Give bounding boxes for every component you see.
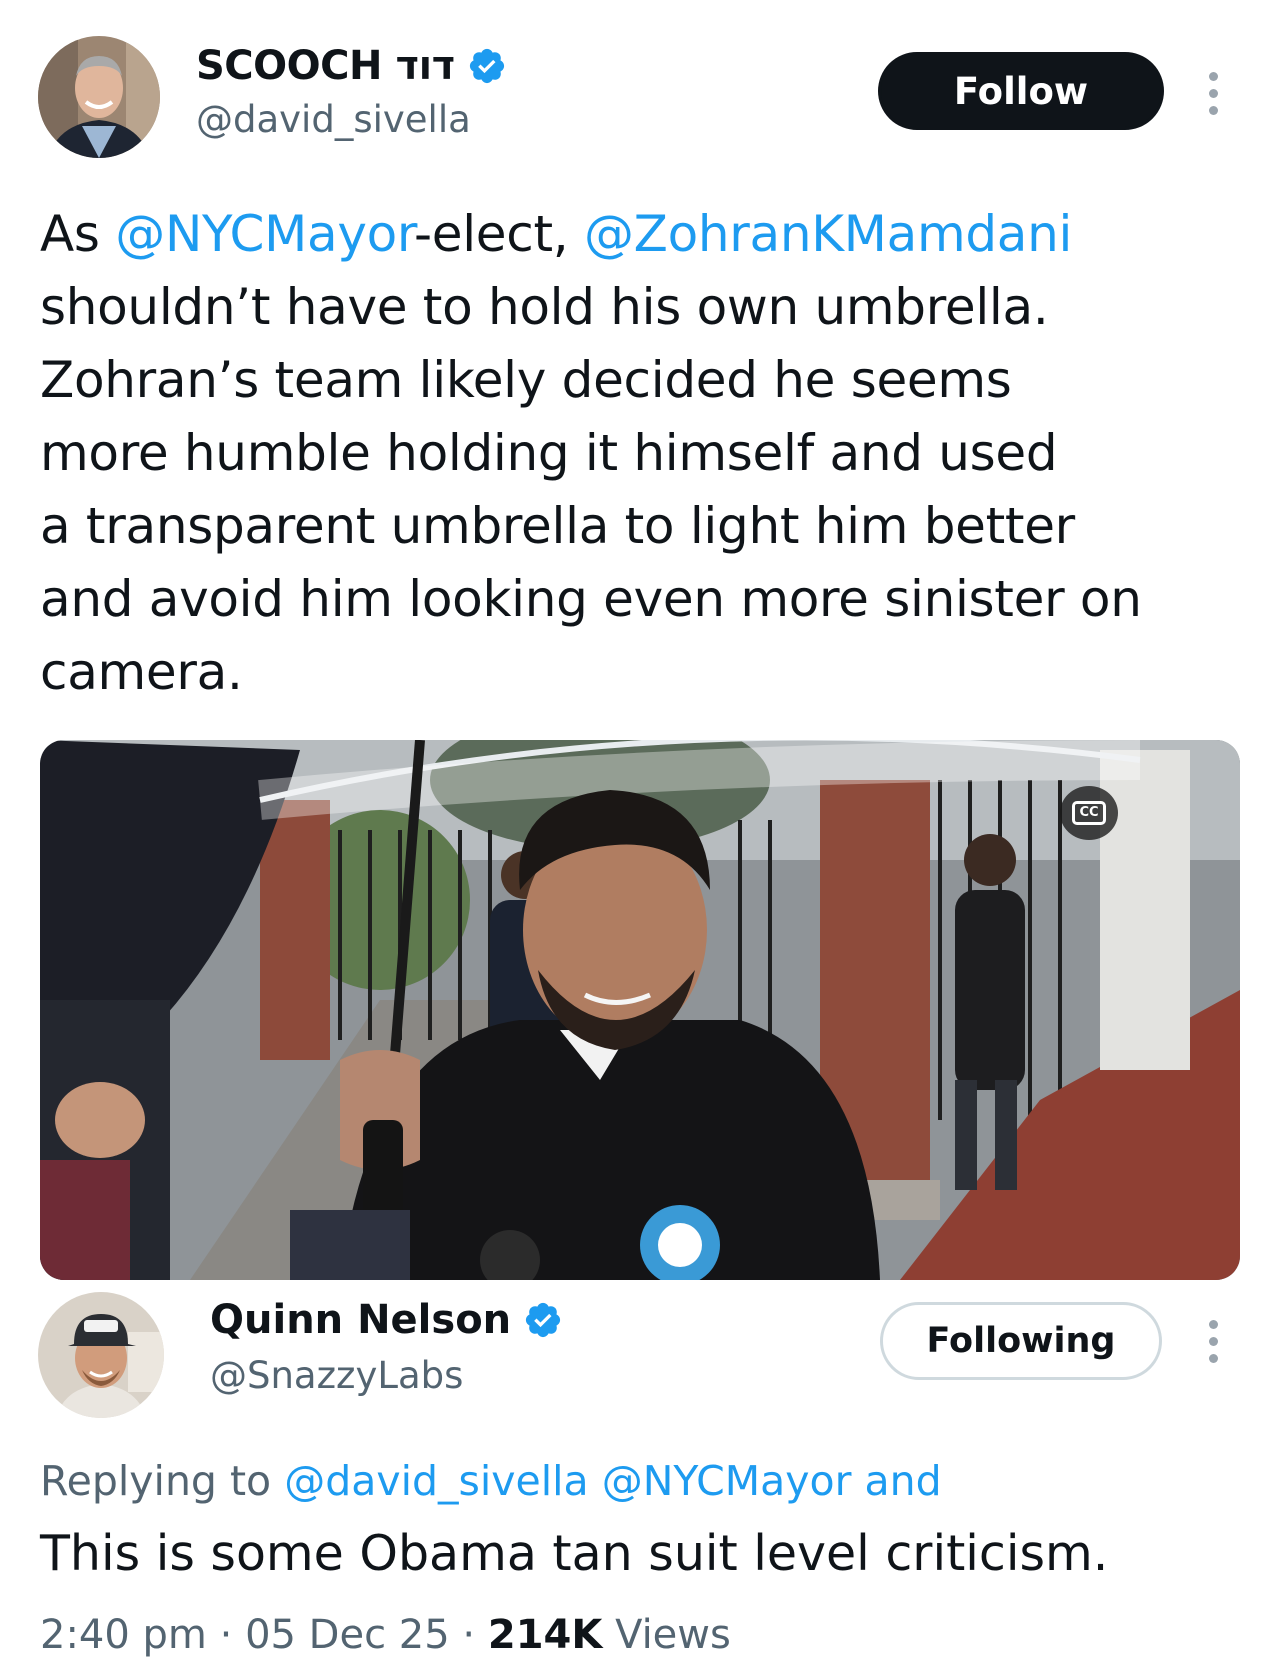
more-dot — [1208, 1320, 1218, 1329]
reply-author-photo — [38, 1292, 164, 1418]
verified-badge-icon — [469, 48, 504, 84]
tweet-date[interactable]: 05 Dec 25 — [245, 1612, 450, 1658]
tweet-text-line: shouldn’t have to hold his own umbrella. — [40, 271, 1250, 344]
following-button[interactable]: Following — [880, 1302, 1162, 1380]
tweet-text-line: camera. — [40, 636, 1250, 709]
reply-author-name-text: Quinn Nelson — [210, 1297, 512, 1343]
views-count: 214K — [487, 1612, 603, 1658]
video-frame-image — [40, 740, 1240, 1280]
tweet-text-line: a transparent umbrella to light him bett… — [40, 490, 1250, 563]
more-dot — [1208, 106, 1218, 115]
meta-separator: · — [219, 1612, 233, 1658]
text-segment: camera. — [40, 643, 243, 701]
replying-to-label: Replying to — [40, 1457, 285, 1505]
follow-button[interactable]: Follow — [878, 52, 1164, 130]
tweet-text-line: Zohran’s team likely decided he seems — [40, 344, 1250, 417]
text-segment: and avoid him looking even more sinister… — [40, 570, 1142, 628]
author-name-text: SCOOCH דוד — [196, 43, 455, 89]
more-dot — [1208, 72, 1218, 81]
verified-badge-icon — [526, 1302, 561, 1338]
tweet-media-video[interactable]: CC — [40, 740, 1240, 1280]
tweet-text-line: As @NYCMayor-elect, @ZohranKMamdani — [40, 198, 1250, 271]
tweet-text: As @NYCMayor-elect, @ZohranKMamdani shou… — [40, 198, 1250, 709]
reply-more-options-icon[interactable] — [1198, 1320, 1228, 1363]
closed-captions-button[interactable]: CC — [1060, 786, 1118, 840]
more-dot — [1208, 1337, 1218, 1346]
replying-to-mentions[interactable]: @david_sivella @NYCMayor and — [284, 1457, 941, 1505]
author-avatar[interactable] — [38, 36, 160, 158]
author-display-name[interactable]: SCOOCH דוד — [196, 42, 507, 90]
cc-icon: CC — [1072, 801, 1106, 825]
reply-author-handle[interactable]: @SnazzyLabs — [210, 1354, 463, 1398]
reply-author-avatar[interactable] — [38, 1292, 164, 1418]
author-handle[interactable]: @david_sivella — [196, 98, 471, 142]
meta-separator: · — [462, 1612, 476, 1658]
more-options-icon[interactable] — [1198, 72, 1228, 115]
author-photo — [38, 36, 160, 158]
text-segment: -elect, — [414, 205, 584, 263]
text-segment: shouldn’t have to hold his own umbrella. — [40, 278, 1049, 336]
views-label: Views — [615, 1612, 731, 1658]
mention-link-nycmayor[interactable]: @NYCMayor — [115, 205, 414, 263]
reply-text: This is some Obama tan suit level critic… — [40, 1525, 1109, 1582]
tweet-text-line: more humble holding it himself and used — [40, 417, 1250, 490]
text-segment: Zohran’s team likely decided he seems — [40, 351, 1012, 409]
more-dot — [1208, 89, 1218, 98]
text-segment: more humble holding it himself and used — [40, 424, 1058, 482]
text-segment: As — [40, 205, 116, 263]
text-segment: a transparent umbrella to light him bett… — [40, 497, 1075, 555]
mention-link-zohrankmamdani[interactable]: @ZohranKMamdani — [584, 205, 1072, 263]
reply-author-display-name[interactable]: Quinn Nelson — [210, 1296, 563, 1344]
tweet-text-line: and avoid him looking even more sinister… — [40, 563, 1250, 636]
tweet-time[interactable]: 2:40 pm — [40, 1612, 207, 1658]
tweet-meta-line: 2:40 pm · 05 Dec 25 · 214K Views — [40, 1610, 731, 1660]
replying-to-line: Replying to @david_sivella @NYCMayor and — [40, 1456, 942, 1506]
more-dot — [1208, 1354, 1218, 1363]
